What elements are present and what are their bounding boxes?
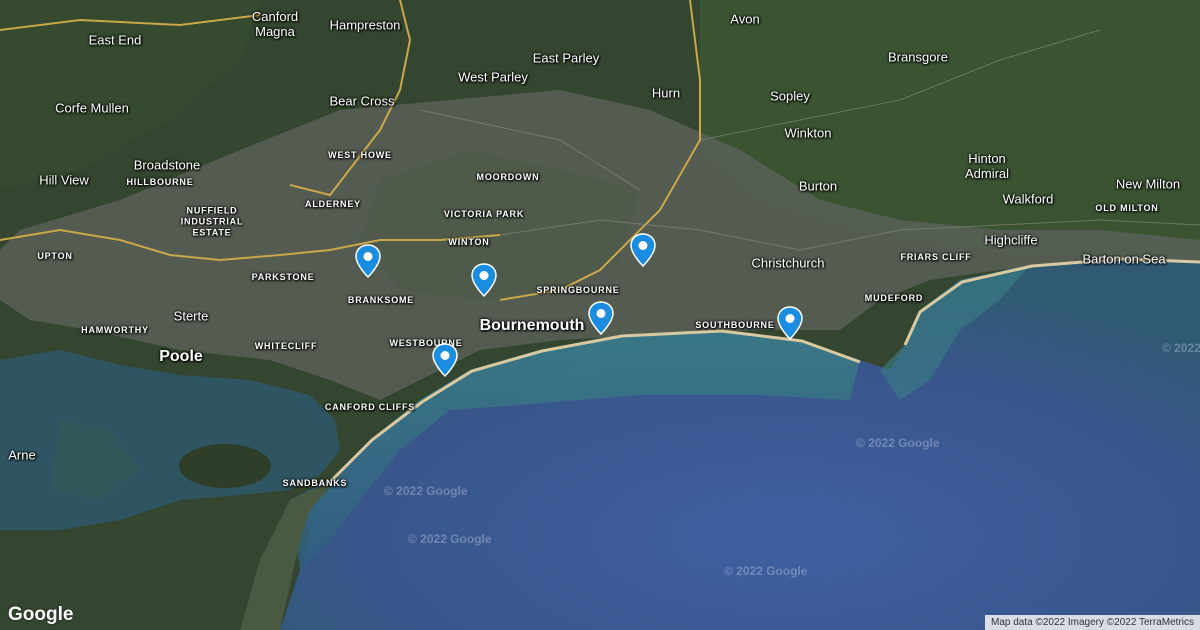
label-east-parley: East Parley: [532, 50, 600, 66]
label-friars-cliff: FRIARS CLIFF: [900, 252, 972, 262]
label-springbourne: SPRINGBOURNE: [536, 285, 620, 295]
label-victoria-park: VICTORIA PARK: [443, 209, 525, 219]
label-highcliffe: Highcliffe: [984, 232, 1038, 248]
watermark: © 2022 Google: [408, 532, 492, 546]
label-southbourne: SOUTHBOURNE: [695, 320, 775, 330]
label-sandbanks: SANDBANKS: [282, 478, 348, 488]
satellite-map[interactable]: East End Canford Magna Hampreston Avon E…: [0, 0, 1200, 630]
label-moordown: MOORDOWN: [476, 172, 540, 182]
watermark: © 2022 Google: [384, 484, 468, 498]
label-hampreston: Hampreston: [329, 17, 401, 33]
google-logo[interactable]: Google: [8, 604, 73, 626]
map-pin-icon[interactable]: [471, 263, 497, 297]
label-canford-cliffs: CANFORD CLIFFS: [324, 402, 416, 412]
label-upton: UPTON: [37, 251, 73, 261]
label-east-end: East End: [88, 32, 142, 48]
label-hamworthy: HAMWORTHY: [81, 325, 149, 335]
label-sterte: Sterte: [173, 308, 209, 324]
label-whitecliff: WHITECLIFF: [254, 341, 318, 351]
label-christchurch: Christchurch: [751, 255, 825, 271]
label-hill-view: Hill View: [39, 172, 89, 188]
label-new-milton: New Milton: [1115, 176, 1181, 192]
label-bransgore: Bransgore: [888, 49, 948, 65]
label-mudeford: MUDEFORD: [864, 293, 924, 303]
map-pin-icon[interactable]: [630, 233, 656, 267]
label-hinton-admiral: Hinton Admiral: [964, 151, 1010, 181]
label-avon: Avon: [730, 11, 760, 27]
label-corfe-mullen: Corfe Mullen: [55, 100, 129, 116]
label-winton: WINTON: [448, 237, 490, 247]
label-burton: Burton: [798, 178, 838, 194]
label-bear-cross: Bear Cross: [329, 93, 395, 109]
map-pin-icon[interactable]: [777, 306, 803, 340]
label-broadstone: Broadstone: [133, 157, 201, 173]
label-sopley: Sopley: [770, 88, 810, 104]
label-nuffield-industrial-estate: NUFFIELD INDUSTRIAL ESTATE: [180, 205, 244, 238]
label-winkton: Winkton: [784, 125, 832, 141]
label-bournemouth: Bournemouth: [479, 317, 585, 334]
watermark: © 2022 Google: [856, 436, 940, 450]
label-alderney: ALDERNEY: [305, 199, 361, 209]
label-west-howe: WEST HOWE: [328, 150, 392, 160]
map-pin-icon[interactable]: [432, 343, 458, 377]
label-hillbourne: HILLBOURNE: [126, 177, 194, 187]
map-pin-icon[interactable]: [588, 301, 614, 335]
watermark: © 2022 Google: [724, 564, 808, 578]
label-barton-on-sea: Barton on Sea: [1082, 251, 1166, 267]
label-hurn: Hurn: [651, 85, 681, 101]
label-west-parley: West Parley: [458, 69, 528, 85]
label-canford-magna: Canford Magna: [251, 9, 299, 39]
label-parkstone: PARKSTONE: [251, 272, 315, 282]
label-old-milton: OLD MILTON: [1095, 203, 1159, 213]
label-poole: Poole: [159, 348, 203, 365]
label-arne: Arne: [8, 447, 36, 463]
label-branksome: BRANKSOME: [347, 295, 415, 305]
map-attribution[interactable]: Map data ©2022 Imagery ©2022 TerraMetric…: [985, 615, 1200, 630]
map-pin-icon[interactable]: [355, 244, 381, 278]
brownsea-island: [179, 444, 271, 488]
label-walkford: Walkford: [1002, 191, 1054, 207]
watermark: © 2022 Google: [1162, 341, 1200, 355]
